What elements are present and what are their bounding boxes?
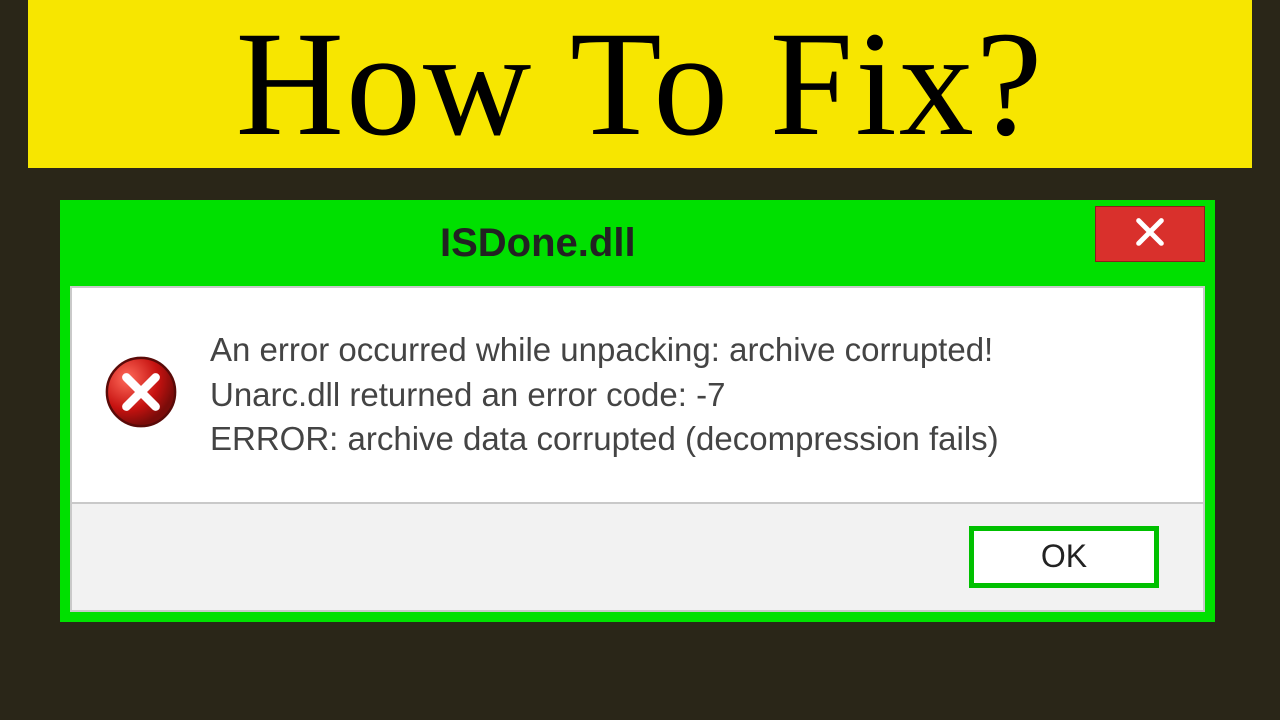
- ok-button[interactable]: OK: [969, 526, 1159, 588]
- error-line-3: ERROR: archive data corrupted (decompres…: [210, 417, 999, 462]
- error-message: An error occurred while unpacking: archi…: [210, 328, 999, 462]
- close-icon: [1133, 215, 1167, 254]
- error-line-1: An error occurred while unpacking: archi…: [210, 328, 999, 373]
- dialog-content: An error occurred while unpacking: archi…: [70, 286, 1205, 504]
- error-icon: [102, 353, 180, 436]
- dialog-titlebar: ISDone.dll: [60, 200, 1215, 286]
- error-dialog: ISDone.dll An error occurred: [60, 200, 1215, 622]
- close-button[interactable]: [1095, 206, 1205, 262]
- banner-text: How To Fix?: [236, 0, 1045, 170]
- thumbnail-banner: How To Fix?: [28, 0, 1252, 168]
- error-line-2: Unarc.dll returned an error code: -7: [210, 373, 999, 418]
- dialog-footer: OK: [70, 504, 1205, 612]
- dialog-title: ISDone.dll: [440, 221, 636, 266]
